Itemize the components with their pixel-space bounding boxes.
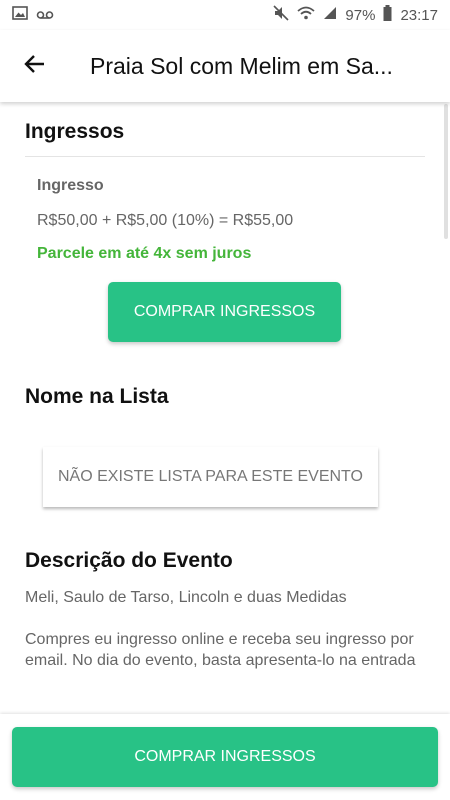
app-bar: Praia Sol com Melim em Sa... (0, 30, 450, 102)
arrow-left-icon (23, 52, 47, 81)
guest-list-heading: Nome na Lista (25, 385, 169, 408)
back-button[interactable] (0, 30, 70, 102)
voicemail-icon (36, 7, 54, 24)
battery-icon (383, 5, 392, 25)
ticket-name: Ingresso (37, 177, 104, 194)
installments-note: Parcele em até 4x sem juros (37, 245, 252, 262)
status-right: 97% 23:17 (273, 5, 438, 25)
status-bar: 97% 23:17 (0, 0, 450, 30)
event-artists: Meli, Saulo de Tarso, Lincoln e duas Med… (25, 589, 347, 606)
image-icon (12, 6, 28, 24)
status-left (12, 6, 54, 24)
divider (25, 156, 425, 157)
clock: 23:17 (400, 6, 438, 24)
buy-tickets-button[interactable]: COMPRAR INGRESSOS (108, 282, 341, 342)
description-heading: Descrição do Evento (25, 549, 233, 572)
buy-tickets-bottom-button[interactable]: COMPRAR INGRESSOS (12, 727, 438, 787)
scrollbar[interactable] (444, 104, 448, 239)
no-list-card: NÃO EXISTE LISTA PARA ESTE EVENTO (43, 447, 378, 507)
wifi-icon (297, 6, 316, 24)
event-details-scroll[interactable]: Ingressos Ingresso R$50,00 + R$5,00 (10%… (0, 102, 450, 714)
tickets-heading: Ingressos (25, 120, 125, 143)
battery-level: 97% (345, 6, 376, 24)
ticket-price: R$50,00 + R$5,00 (10%) = R$55,00 (37, 212, 294, 229)
mute-icon (273, 5, 289, 25)
bottom-bar: COMPRAR INGRESSOS (0, 714, 450, 800)
event-description: Compres eu ingresso online e receba seu … (25, 631, 416, 669)
page-title: Praia Sol com Melim em Sa... (90, 52, 393, 79)
signal-icon (323, 6, 337, 24)
